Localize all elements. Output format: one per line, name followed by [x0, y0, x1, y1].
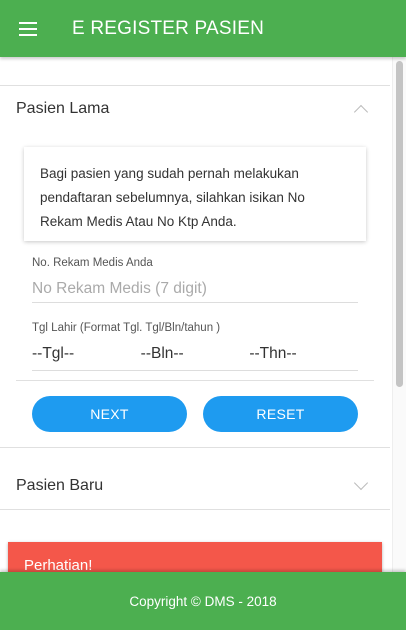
app-bar: E REGISTER PASIEN — [0, 0, 406, 57]
scrollbar-thumb[interactable] — [396, 61, 403, 387]
chevron-up-icon — [353, 104, 369, 120]
tgl-select[interactable]: --Tgl-- — [32, 339, 141, 370]
scrollbar[interactable] — [392, 57, 406, 572]
reset-button[interactable]: RESET — [203, 396, 358, 432]
rekam-medis-input[interactable] — [32, 275, 358, 303]
pasien-lama-header[interactable]: Pasien Lama — [0, 86, 390, 132]
next-button[interactable]: NEXT — [32, 396, 187, 432]
chevron-down-icon — [353, 475, 369, 491]
app-title: E REGISTER PASIEN — [72, 17, 265, 39]
thn-select[interactable]: --Thn-- — [249, 339, 358, 370]
info-card: Bagi pasien yang sudah pernah melakukan … — [24, 147, 366, 241]
alert-text: Perhatian! — [24, 557, 93, 572]
footer-text: Copyright © DMS - 2018 — [129, 593, 277, 609]
tgl-lahir-label: Tgl Lahir (Format Tgl. Tgl/Bln/tahun ) — [32, 322, 221, 334]
divider — [0, 509, 390, 510]
alert-box: Perhatian! — [8, 542, 382, 572]
tgl-lahir-row: --Tgl-- --Bln-- --Thn-- — [32, 339, 358, 371]
pasien-baru-header[interactable]: Pasien Baru — [0, 463, 390, 509]
footer: Copyright © DMS - 2018 — [0, 572, 406, 630]
rekam-medis-label: No. Rekam Medis Anda — [32, 257, 153, 269]
divider — [0, 447, 390, 448]
divider — [16, 380, 374, 381]
main-content: Pasien Lama Bagi pasien yang sudah perna… — [0, 57, 392, 572]
pasien-baru-title: Pasien Baru — [16, 477, 104, 494]
bln-select[interactable]: --Bln-- — [141, 339, 250, 370]
pasien-lama-title: Pasien Lama — [16, 100, 110, 117]
hamburger-menu-icon[interactable] — [19, 21, 37, 36]
